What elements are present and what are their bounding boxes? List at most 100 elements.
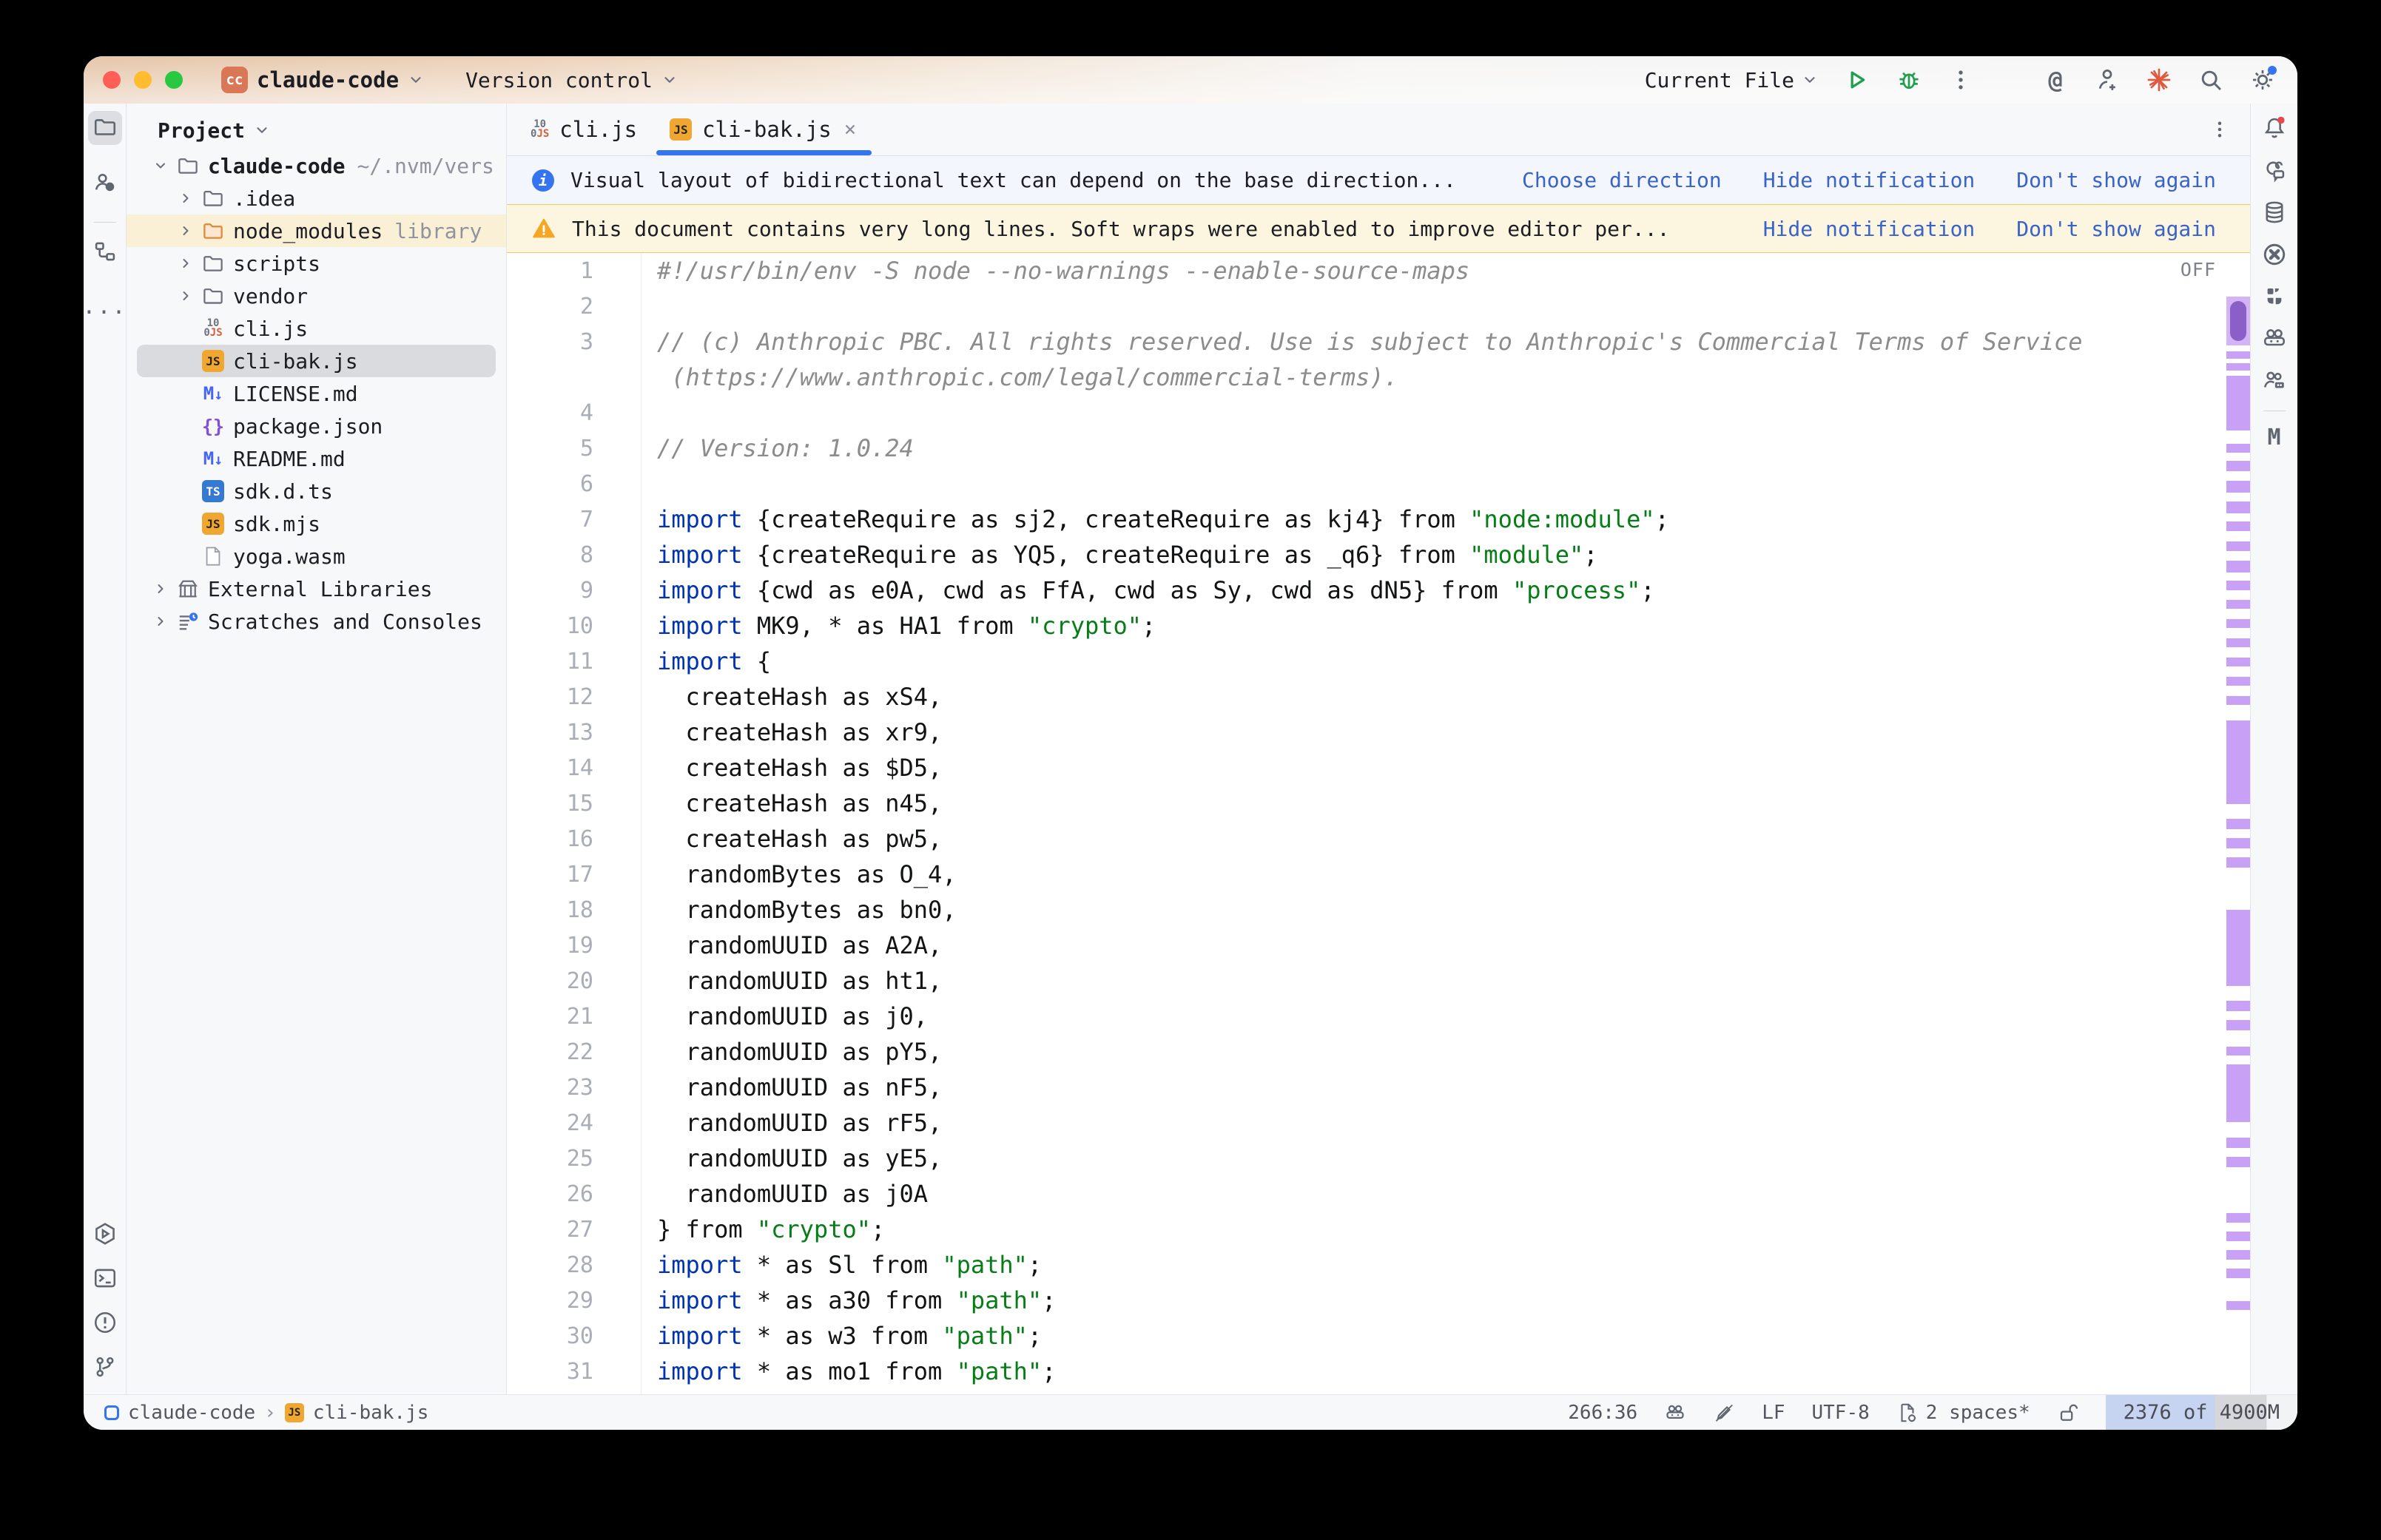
line-number[interactable]: 16 [507, 826, 641, 852]
more-actions-button[interactable] [1945, 64, 1976, 95]
line-number[interactable]: 10 [507, 613, 641, 639]
copilot-toolwindow-button[interactable] [2259, 323, 2290, 354]
chevron-closed-icon[interactable] [172, 223, 199, 238]
line-number[interactable]: 21 [507, 1004, 641, 1030]
chevron-closed-icon[interactable] [147, 581, 174, 596]
memory-indicator[interactable]: 2376 of 4900M [2106, 1395, 2297, 1430]
tree-item-node-modules[interactable]: node_moduleslibrary [127, 215, 506, 247]
run-button[interactable] [1842, 64, 1873, 95]
ai-mention-button[interactable]: @ [2040, 64, 2071, 95]
copilot-status-icon[interactable] [1664, 1402, 1686, 1424]
debug-button[interactable] [1893, 64, 1924, 95]
chevron-closed-icon[interactable] [172, 191, 199, 206]
line-number[interactable]: 14 [507, 755, 641, 781]
line-number[interactable]: 19 [507, 933, 641, 959]
tree-item-external-libraries[interactable]: External Libraries [127, 573, 506, 605]
line-number[interactable]: 2 [507, 294, 641, 320]
line-number[interactable]: 15 [507, 791, 641, 817]
tree-item-readme-md[interactable]: M↓README.md [127, 442, 506, 475]
more-toolwindows-button[interactable]: ... [88, 289, 122, 323]
tree-item-package-json[interactable]: {}package.json [127, 410, 506, 442]
pinwheel-plugin-toolwindow-button[interactable] [2259, 281, 2290, 312]
chevron-open-icon[interactable] [147, 158, 174, 173]
structure-toolwindow-button[interactable] [88, 234, 122, 269]
close-tab-icon[interactable] [842, 121, 858, 138]
tab-cli-js[interactable]: 10 0JS cli.js [514, 104, 653, 155]
editor-scrollbar[interactable] [2226, 253, 2250, 1394]
chevron-closed-icon[interactable] [172, 256, 199, 271]
zoom-window-button[interactable] [165, 71, 183, 89]
tree-item-yoga-wasm[interactable]: yoga.wasm [127, 540, 506, 573]
code-with-me-button[interactable] [2092, 64, 2123, 95]
hide-notification-link[interactable]: Hide notification [1763, 217, 1976, 241]
readonly-pen-slash-icon[interactable] [1713, 1402, 1735, 1424]
ai-assistant-toolwindow-button[interactable] [2259, 155, 2290, 186]
tree-item-claude-code[interactable]: claude-code~/.nvm/vers [127, 149, 506, 182]
line-number[interactable]: 11 [507, 649, 641, 675]
tree-item-vendor[interactable]: vendor [127, 280, 506, 312]
line-number[interactable]: 28 [507, 1252, 641, 1278]
code-with-me-toolwindow-button[interactable] [2259, 365, 2290, 396]
pull-requests-toolwindow-button[interactable]: ? [88, 166, 122, 200]
close-window-button[interactable] [103, 71, 121, 89]
line-number[interactable]: 31 [507, 1359, 641, 1385]
dont-show-again-link[interactable]: Don't show again [2016, 217, 2216, 241]
line-number[interactable]: 3 [507, 329, 641, 355]
project-widget[interactable]: cc claude-code [221, 67, 424, 93]
chevron-closed-icon[interactable] [147, 614, 174, 629]
services-toolwindow-button[interactable] [88, 1217, 122, 1251]
project-toolwindow-button[interactable] [88, 111, 122, 145]
line-number[interactable]: 30 [507, 1323, 641, 1349]
line-number[interactable]: 7 [507, 507, 641, 533]
settings-button[interactable] [2247, 64, 2278, 95]
search-everywhere-button[interactable] [2195, 64, 2226, 95]
line-number[interactable]: 4 [507, 400, 641, 426]
dont-show-again-link[interactable]: Don't show again [2016, 168, 2216, 192]
highlighting-level-badge[interactable]: OFF [2180, 259, 2216, 280]
vcs-widget[interactable]: Version control [465, 68, 678, 92]
encoding-widget[interactable]: UTF-8 [1812, 1402, 1870, 1424]
breadcrumb-project[interactable]: claude-code [128, 1402, 255, 1424]
tree-item-scratches-and-consoles[interactable]: Scratches and Consoles [127, 605, 506, 638]
line-number[interactable]: 5 [507, 436, 641, 462]
project-panel-header[interactable]: Project [127, 111, 506, 149]
tab-list-button[interactable] [2209, 104, 2231, 155]
line-number[interactable]: 13 [507, 720, 641, 746]
code-editor[interactable]: 1#!/usr/bin/env -S node --no-warnings --… [507, 253, 2250, 1394]
notifications-button[interactable] [2259, 112, 2290, 143]
tree-item-license-md[interactable]: M↓LICENSE.md [127, 377, 506, 410]
tree-item-sdk-mjs[interactable]: JSsdk.mjs [127, 507, 506, 540]
line-number[interactable]: 12 [507, 684, 641, 710]
line-number[interactable]: 22 [507, 1039, 641, 1065]
line-separator-widget[interactable]: LF [1762, 1402, 1785, 1424]
ai-assistant-button[interactable] [2143, 64, 2175, 95]
caret-position-widget[interactable]: 266:36 [1568, 1402, 1637, 1424]
x-plugin-toolwindow-button[interactable] [2259, 239, 2290, 270]
m-plugin-toolwindow-button[interactable]: M [2259, 422, 2290, 453]
line-number[interactable]: 23 [507, 1075, 641, 1101]
minimize-window-button[interactable] [134, 71, 152, 89]
line-number[interactable]: 26 [507, 1181, 641, 1207]
choose-direction-link[interactable]: Choose direction [1522, 168, 1722, 192]
line-number[interactable]: 6 [507, 471, 641, 497]
terminal-toolwindow-button[interactable] [88, 1261, 122, 1295]
scrollbar-thumb[interactable] [2230, 301, 2246, 341]
line-number[interactable]: 9 [507, 578, 641, 604]
database-toolwindow-button[interactable] [2259, 197, 2290, 228]
tree-item--idea[interactable]: .idea [127, 182, 506, 215]
tree-item-scripts[interactable]: scripts [127, 247, 506, 280]
line-number[interactable]: 27 [507, 1217, 641, 1243]
tree-item-cli-bak-js[interactable]: JScli-bak.js [137, 345, 496, 377]
line-number[interactable]: 20 [507, 968, 641, 994]
tree-item-cli-js[interactable]: 100JScli.js [127, 312, 506, 345]
line-number[interactable]: 18 [507, 897, 641, 923]
indent-widget[interactable]: 2 spaces* [1896, 1402, 2030, 1424]
line-number[interactable]: 1 [507, 258, 641, 284]
line-number[interactable]: 25 [507, 1146, 641, 1172]
chevron-closed-icon[interactable] [172, 288, 199, 303]
hide-notification-link[interactable]: Hide notification [1763, 168, 1976, 192]
unlocked-padlock-icon[interactable] [2057, 1402, 2079, 1424]
tab-cli-bak-js[interactable]: JS cli-bak.js [653, 104, 875, 155]
line-number[interactable]: 29 [507, 1288, 641, 1314]
run-configuration-selector[interactable]: Current File [1645, 68, 1818, 92]
